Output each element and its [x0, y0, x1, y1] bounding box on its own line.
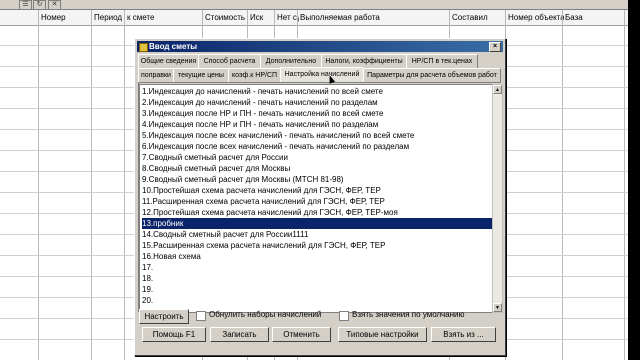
- col-header-number[interactable]: Номер: [39, 10, 93, 25]
- configure-button[interactable]: Настроить: [139, 309, 189, 324]
- col-header-to-estimate[interactable]: к смете: [125, 10, 191, 25]
- list-item[interactable]: 9.Сводный сметный расчет для Москвы (МТС…: [142, 174, 492, 185]
- col-header-work[interactable]: Выполняемая работа: [298, 10, 450, 25]
- grid-header: Номер Период к смете Стоимость Иск Нет с…: [0, 10, 628, 26]
- list-item-selected[interactable]: 13.пробник: [142, 218, 492, 229]
- col-header-object-number[interactable]: Номер объекта: [506, 10, 564, 25]
- tab-general[interactable]: Общие сведения: [138, 54, 199, 68]
- col-header-isk[interactable]: Иск: [248, 10, 266, 25]
- col-header-period[interactable]: Период: [92, 10, 126, 25]
- list-item[interactable]: 6.Индексация после всех начислений - печ…: [142, 141, 492, 152]
- list-scrollbar[interactable]: ▲ ▼: [492, 84, 503, 313]
- list-item[interactable]: 20.: [142, 295, 492, 306]
- list-item[interactable]: 7.Сводный сметный расчет для России: [142, 152, 492, 163]
- grid-line: [91, 10, 92, 360]
- tab-accrual-settings[interactable]: Настройка начислений: [280, 67, 364, 82]
- list-item[interactable]: 18.: [142, 273, 492, 284]
- list-item[interactable]: 10.Простейшая схема расчета начислений д…: [142, 185, 492, 196]
- close-button[interactable]: ×: [489, 42, 501, 52]
- cancel-button[interactable]: Отменить: [272, 327, 331, 342]
- app-icon: [139, 43, 148, 52]
- grid-line: [124, 10, 125, 360]
- scroll-down-arrow-icon[interactable]: ▼: [493, 303, 502, 312]
- take-from-button[interactable]: Взять из ...: [431, 327, 496, 342]
- toolbar: ☰ ↻ ✕: [0, 0, 628, 10]
- tab-corrections[interactable]: поправки: [138, 68, 174, 82]
- list-item[interactable]: 1.Индексация до начислений - печать начи…: [142, 86, 492, 97]
- reset-accruals-checkbox[interactable]: [196, 311, 206, 321]
- scroll-up-arrow-icon[interactable]: ▲: [493, 85, 502, 94]
- list-item[interactable]: 11.Расширенная схема расчета начислений …: [142, 196, 492, 207]
- list-item[interactable]: 16.Новая схема: [142, 251, 492, 262]
- typical-settings-button[interactable]: Типовые настройки: [338, 327, 427, 342]
- tab-volume-params[interactable]: Параметры для расчета объемов работ: [363, 68, 501, 82]
- estimate-input-dialog: Ввод сметы × Общие сведения Способ расче…: [134, 38, 506, 356]
- list-item[interactable]: 2.Индексация до начислений - печать начи…: [142, 97, 492, 108]
- tab-overhead-current-prices[interactable]: НР/СП в тек.ценах: [406, 54, 478, 68]
- grid-line: [624, 10, 625, 360]
- col-header-author[interactable]: Составил: [450, 10, 506, 25]
- use-defaults-label: Взять значения по умолчанию: [352, 310, 465, 319]
- reset-accruals-label: Обнулить наборы начислений: [209, 310, 322, 319]
- list-item[interactable]: 3.Индексация после НР и ПН - печать начи…: [142, 108, 492, 119]
- grid-line: [562, 10, 563, 360]
- col-header-base[interactable]: База: [563, 10, 625, 25]
- tab-taxes-coefficients[interactable]: Налоги, коэффициенты: [321, 54, 407, 68]
- list-item[interactable]: 12.Простейшая схема расчета начислений д…: [142, 207, 492, 218]
- list-item[interactable]: 14.Сводный сметный расчет для России1111: [142, 229, 492, 240]
- save-button[interactable]: Записать: [210, 327, 269, 342]
- list-item[interactable]: 19.: [142, 284, 492, 295]
- dialog-titlebar[interactable]: Ввод сметы ×: [137, 41, 503, 52]
- accrual-scheme-list[interactable]: 1.Индексация до начислений - печать начи…: [139, 84, 494, 313]
- close-icon[interactable]: ✕: [48, 0, 61, 10]
- use-defaults-checkbox[interactable]: [339, 311, 349, 321]
- binoculars-icon[interactable]: ☰: [19, 0, 32, 10]
- list-item[interactable]: 15.Расширенная схема расчета начислений …: [142, 240, 492, 251]
- dialog-title: Ввод сметы: [149, 42, 198, 51]
- col-header-no-sum[interactable]: Нет сумм: [275, 10, 299, 25]
- tab-calc-method[interactable]: Способ расчета: [198, 54, 261, 68]
- list-item[interactable]: 4.Индексация после НР и ПН - печать начи…: [142, 119, 492, 130]
- list-item[interactable]: 5.Индексация после всех начислений - печ…: [142, 130, 492, 141]
- col-header-cost[interactable]: Стоимость: [203, 10, 249, 25]
- grid-line: [38, 10, 39, 360]
- list-item[interactable]: 8.Сводный сметный расчет для Москвы: [142, 163, 492, 174]
- tab-current-prices[interactable]: текущие цены: [173, 68, 229, 82]
- list-item[interactable]: 17.: [142, 262, 492, 273]
- help-button[interactable]: Помощь F1: [142, 327, 206, 342]
- tab-additional[interactable]: Дополнительно: [260, 54, 322, 68]
- refresh-icon[interactable]: ↻: [33, 0, 46, 10]
- tab-overhead-coef[interactable]: коэф.к НР/СП: [228, 68, 281, 82]
